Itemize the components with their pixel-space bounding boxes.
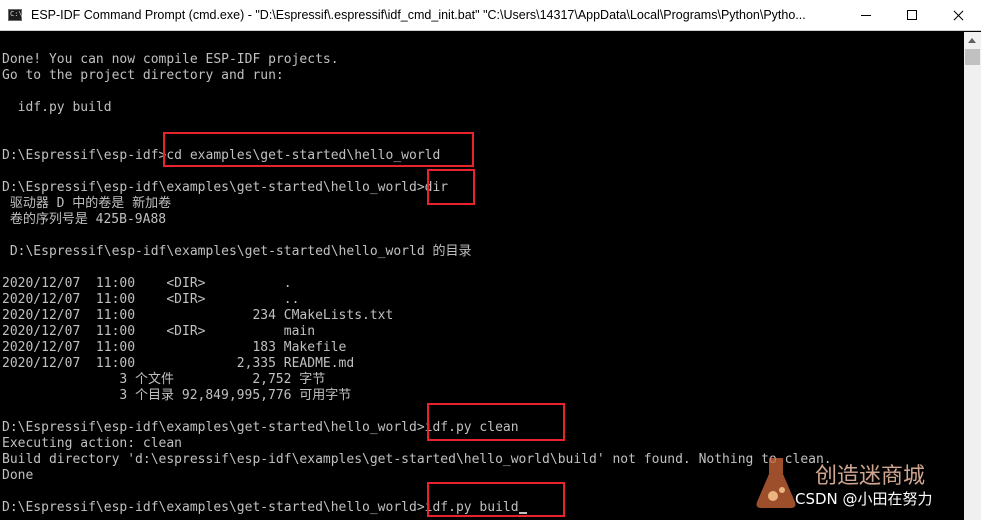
highlight-box-clean-command <box>427 403 565 441</box>
maximize-icon[interactable] <box>889 0 935 30</box>
console-app-icon[interactable]: C:\ <box>8 9 23 21</box>
console-line: 卷的序列号是 425B-9A88 <box>2 212 167 227</box>
console-line: D:\Espressif\esp-idf\examples\get-starte… <box>2 180 449 195</box>
vertical-scrollbar[interactable] <box>964 32 981 520</box>
console-line: 3 个目录 92,849,995,776 可用字节 <box>2 388 352 403</box>
console-output[interactable]: Done! You can now compile ESP-IDF projec… <box>0 32 964 520</box>
console-line: Go to the project directory and run: <box>2 68 284 83</box>
console-line: 2020/12/07 11:00 <DIR> . <box>2 276 292 291</box>
console-line: 3 个文件 2,752 字节 <box>2 372 326 387</box>
console-line: D:\Espressif\esp-idf\examples\get-starte… <box>2 244 472 259</box>
console-line: Build directory 'd:\espressif\esp-idf\ex… <box>2 452 832 467</box>
console-line: Executing action: clean <box>2 436 183 451</box>
highlight-box-dir-command <box>427 169 475 205</box>
window-title: ESP-IDF Command Prompt (cmd.exe) - "D:\E… <box>31 8 806 22</box>
console-line: Done <box>2 468 34 483</box>
console-line: idf.py build <box>2 100 112 115</box>
console-line: 2020/12/07 11:00 234 CMakeLists.txt <box>2 308 394 323</box>
title-bar[interactable]: C:\ ESP-IDF Command Prompt (cmd.exe) - "… <box>0 0 981 31</box>
console-line: 驱动器 D 中的卷是 新加卷 <box>2 196 172 211</box>
scroll-up-arrow-icon[interactable] <box>964 32 981 49</box>
console-line: 2020/12/07 11:00 2,335 README.md <box>2 356 355 371</box>
highlight-box-cd-command <box>163 132 474 167</box>
minimize-icon[interactable] <box>843 0 889 30</box>
scroll-thumb[interactable] <box>965 49 980 65</box>
close-icon[interactable] <box>935 0 981 30</box>
highlight-box-build-command <box>427 482 565 517</box>
console-line: 2020/12/07 11:00 183 Makefile <box>2 340 347 355</box>
console-line: 2020/12/07 11:00 <DIR> main <box>2 324 316 339</box>
console-line: 2020/12/07 11:00 <DIR> .. <box>2 292 300 307</box>
console-line: Done! You can now compile ESP-IDF projec… <box>2 52 339 67</box>
app-icon-text: C:\ <box>10 10 23 18</box>
